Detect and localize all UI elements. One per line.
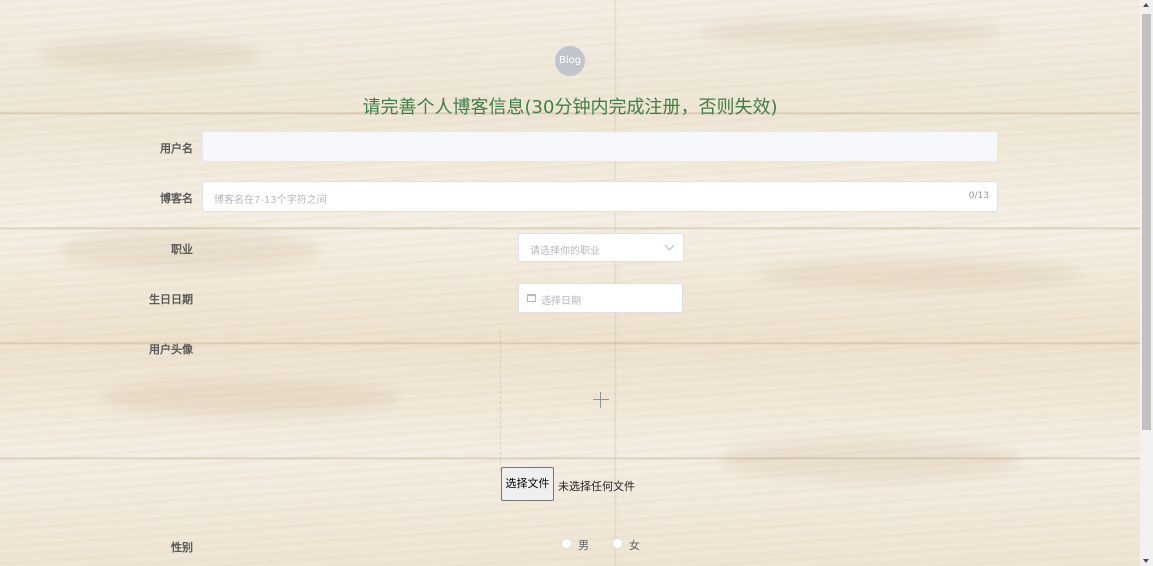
background-texture xyxy=(760,260,1080,290)
gender-label-female[interactable]: 女 xyxy=(629,537,640,553)
occupation-placeholder: 请选择你的职业 xyxy=(530,246,600,257)
file-status-text: 未选择任何文件 xyxy=(558,480,635,493)
gender-label: 性别 xyxy=(171,541,193,554)
occupation-label: 职业 xyxy=(171,243,193,256)
scroll-up-arrow-icon[interactable] xyxy=(1143,3,1149,7)
birthday-label: 生日日期 xyxy=(149,293,193,306)
blogname-label: 博客名 xyxy=(160,192,193,205)
username-label: 用户名 xyxy=(160,142,193,155)
background-texture xyxy=(100,380,400,415)
avatar-label: 用户头像 xyxy=(149,343,193,356)
chevron-down-icon xyxy=(664,240,675,251)
page-title: 请完善个人博客信息(30分钟内完成注册，否则失效) xyxy=(362,97,778,118)
birthday-placeholder: 选择日期 xyxy=(541,296,581,307)
scroll-down-arrow-icon[interactable] xyxy=(1143,559,1149,563)
gender-radio-male[interactable] xyxy=(561,538,572,549)
background-texture xyxy=(40,40,260,70)
plus-icon[interactable] xyxy=(593,392,609,408)
username-input[interactable] xyxy=(202,131,998,162)
background-texture xyxy=(720,440,1020,480)
birthday-date-picker[interactable]: 选择日期 xyxy=(518,283,683,313)
scrollbar-thumb[interactable] xyxy=(1142,14,1151,430)
blogname-counter: 0/13 xyxy=(968,191,989,201)
choose-file-button[interactable]: 选择文件 xyxy=(501,467,554,501)
calendar-icon xyxy=(527,294,536,302)
occupation-select[interactable]: 请选择你的职业 xyxy=(518,233,684,262)
gender-radio-female[interactable] xyxy=(612,538,623,549)
background-texture xyxy=(700,20,1000,45)
blog-logo: Blog xyxy=(555,46,585,76)
blogname-placeholder: 博客名在7-13个字符之间 xyxy=(214,195,327,206)
blogname-input[interactable]: 博客名在7-13个字符之间 0/13 xyxy=(202,181,998,212)
vertical-scrollbar[interactable] xyxy=(1140,0,1153,566)
gender-label-male[interactable]: 男 xyxy=(578,537,589,553)
